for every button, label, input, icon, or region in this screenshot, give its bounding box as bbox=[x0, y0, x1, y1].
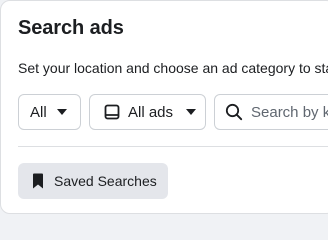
saved-searches-button[interactable]: Saved Searches bbox=[18, 163, 168, 199]
search-ads-panel: Search ads Set your location and choose … bbox=[0, 0, 328, 214]
search-box[interactable] bbox=[214, 94, 328, 130]
page-title: Search ads bbox=[18, 17, 124, 39]
country-dropdown[interactable]: All bbox=[18, 94, 81, 130]
ad-category-icon bbox=[104, 104, 120, 120]
bookmark-icon bbox=[33, 173, 43, 189]
ad-category-dropdown[interactable]: All ads bbox=[89, 94, 206, 130]
chevron-down-icon bbox=[56, 109, 67, 115]
divider bbox=[18, 146, 328, 147]
ad-category-dropdown-label: All ads bbox=[128, 103, 174, 121]
saved-searches-label: Saved Searches bbox=[54, 173, 157, 189]
page-subtitle: Set your location and choose an ad categ… bbox=[18, 60, 328, 76]
search-input[interactable] bbox=[251, 103, 328, 121]
country-dropdown-label: All bbox=[30, 103, 47, 121]
chevron-down-icon bbox=[186, 109, 197, 115]
search-icon bbox=[225, 103, 243, 121]
